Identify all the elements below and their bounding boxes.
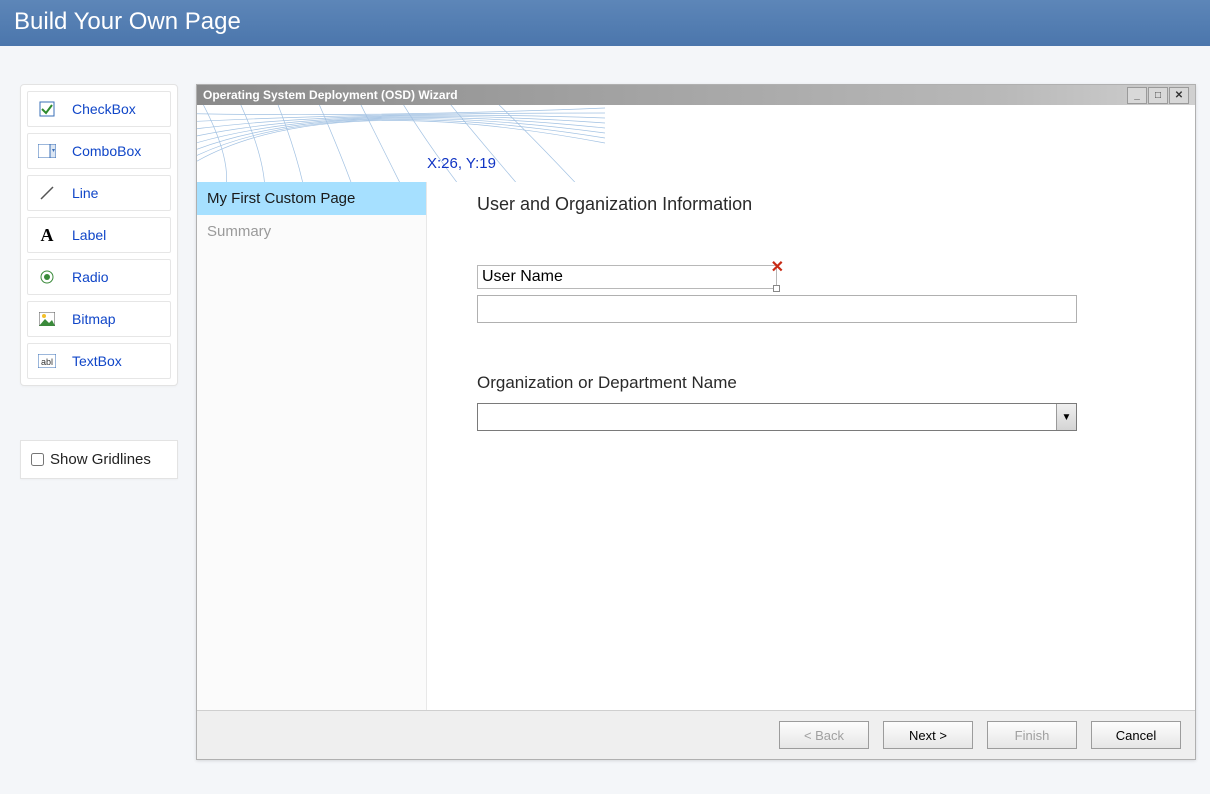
tool-checkbox[interactable]: CheckBox: [27, 91, 171, 127]
page-header: Build Your Own Page: [0, 0, 1210, 46]
toolbox-panel: CheckBox ComboBox Line A Label: [20, 84, 178, 386]
checkbox-icon: [36, 98, 58, 120]
minimize-button[interactable]: _: [1127, 87, 1147, 104]
tool-label: Label: [72, 227, 106, 243]
tool-combobox[interactable]: ComboBox: [27, 133, 171, 169]
user-name-label-text: User Name: [482, 268, 563, 285]
maximize-button[interactable]: □: [1148, 87, 1168, 104]
back-button[interactable]: < Back: [779, 721, 869, 749]
tool-label: Bitmap: [72, 311, 116, 327]
cancel-button[interactable]: Cancel: [1091, 721, 1181, 749]
nav-item-custom-page[interactable]: My First Custom Page: [197, 182, 426, 215]
tool-textbox[interactable]: abl TextBox: [27, 343, 171, 379]
tool-label: TextBox: [72, 353, 122, 369]
close-button[interactable]: ✕: [1169, 87, 1189, 104]
org-name-label: Organization or Department Name: [477, 373, 1165, 393]
resize-handle[interactable]: [773, 285, 780, 292]
bitmap-icon: [36, 308, 58, 330]
user-name-input[interactable]: [477, 295, 1077, 323]
radio-icon: [36, 266, 58, 288]
field-org-name: Organization or Department Name ▼: [477, 373, 1165, 431]
finish-button[interactable]: Finish: [987, 721, 1077, 749]
window-controls: _ □ ✕: [1126, 87, 1189, 104]
tool-label: CheckBox: [72, 101, 136, 117]
field-user-name: User Name ✕: [477, 265, 1165, 323]
gridlines-input[interactable]: [31, 453, 44, 466]
workspace: CheckBox ComboBox Line A Label: [0, 46, 1210, 770]
wizard-window: Operating System Deployment (OSD) Wizard…: [196, 84, 1196, 760]
user-name-label-control[interactable]: User Name ✕: [477, 265, 777, 289]
wizard-banner: X:26, Y:19: [197, 105, 1195, 182]
wizard-title: Operating System Deployment (OSD) Wizard: [203, 88, 458, 102]
wizard-footer: < Back Next > Finish Cancel: [197, 710, 1195, 759]
svg-text:abl: abl: [41, 357, 53, 367]
org-name-combobox[interactable]: ▼: [477, 403, 1077, 431]
page-title: Build Your Own Page: [14, 8, 241, 35]
tool-radio[interactable]: Radio: [27, 259, 171, 295]
org-name-combo-input[interactable]: [478, 404, 1056, 430]
show-gridlines-checkbox[interactable]: Show Gridlines: [20, 440, 178, 479]
delete-control-icon[interactable]: ✕: [771, 257, 784, 277]
tool-line[interactable]: Line: [27, 175, 171, 211]
content-heading: User and Organization Information: [477, 194, 1165, 215]
banner-mesh-graphic: [197, 105, 605, 182]
label-icon: A: [36, 224, 58, 246]
combobox-icon: [36, 140, 58, 162]
tool-label: Line: [72, 185, 98, 201]
wizard-nav: My First Custom Page Summary: [197, 182, 427, 710]
textbox-icon: abl: [36, 350, 58, 372]
chevron-down-icon[interactable]: ▼: [1056, 404, 1076, 430]
tool-bitmap[interactable]: Bitmap: [27, 301, 171, 337]
gridlines-label: Show Gridlines: [50, 451, 151, 468]
tool-label[interactable]: A Label: [27, 217, 171, 253]
toolbox-column: CheckBox ComboBox Line A Label: [20, 84, 178, 760]
wizard-body: My First Custom Page Summary User and Or…: [197, 182, 1195, 710]
wizard-titlebar[interactable]: Operating System Deployment (OSD) Wizard…: [197, 85, 1195, 105]
wizard-content: User and Organization Information User N…: [427, 182, 1195, 710]
tool-label: ComboBox: [72, 143, 141, 159]
nav-item-summary[interactable]: Summary: [197, 215, 426, 248]
line-icon: [36, 182, 58, 204]
tool-label: Radio: [72, 269, 109, 285]
next-button[interactable]: Next >: [883, 721, 973, 749]
coordinate-readout: X:26, Y:19: [427, 155, 496, 172]
